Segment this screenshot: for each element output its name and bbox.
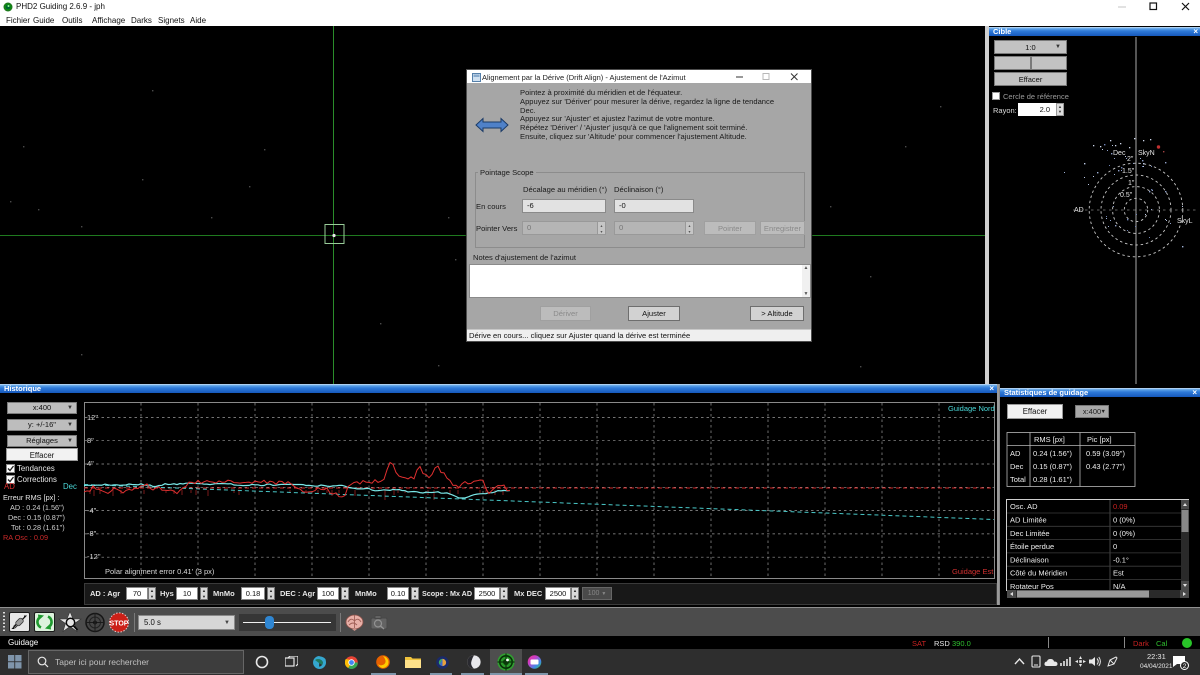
svg-text:STOP: STOP — [110, 621, 129, 628]
svg-text:0.24 (1.56"): 0.24 (1.56") — [1033, 449, 1072, 458]
svg-text:Côté du Méridien: Côté du Méridien — [1010, 569, 1067, 578]
svg-text:AD: AD — [1010, 449, 1021, 458]
svg-text:2": 2" — [1127, 156, 1134, 163]
svg-text:N/A: N/A — [1113, 582, 1126, 591]
svg-text:Dec: Dec — [1010, 462, 1024, 471]
svg-text:-0.1°: -0.1° — [1113, 555, 1129, 564]
svg-text:0.09: 0.09 — [1113, 502, 1128, 511]
svg-text:Guidage Nord: Guidage Nord — [948, 404, 995, 413]
svg-text:1.5": 1.5" — [1122, 168, 1135, 175]
svg-text:Dec Limitée: Dec Limitée — [1010, 529, 1050, 538]
svg-text:2: 2 — [1183, 663, 1187, 670]
svg-text:Pic [px]: Pic [px] — [1087, 435, 1112, 444]
svg-text:0 (0%): 0 (0%) — [1113, 529, 1136, 538]
svg-text:0.43 (2.77"): 0.43 (2.77") — [1086, 462, 1125, 471]
svg-text:12": 12" — [87, 413, 98, 422]
svg-text:Est: Est — [1113, 569, 1125, 578]
svg-text:4": 4" — [87, 459, 94, 468]
svg-text:1": 1" — [1128, 180, 1135, 187]
svg-text:0.5": 0.5" — [1120, 192, 1133, 199]
svg-text:SkyL: SkyL — [1177, 218, 1193, 225]
svg-text:-8": -8" — [87, 529, 97, 538]
svg-text:0.15 (0.87"): 0.15 (0.87") — [1033, 462, 1072, 471]
svg-text:Étoile perdue: Étoile perdue — [1010, 542, 1054, 551]
svg-text:AD: AD — [1074, 207, 1084, 214]
svg-text:0 (0%): 0 (0%) — [1113, 516, 1136, 525]
svg-text:Dec: Dec — [1113, 150, 1126, 157]
svg-text:AD Limitée: AD Limitée — [1010, 516, 1047, 525]
svg-text:-12": -12" — [87, 552, 101, 561]
svg-text:SkyN: SkyN — [1138, 150, 1155, 157]
svg-text:0.28 (1.61"): 0.28 (1.61") — [1033, 475, 1072, 484]
svg-text:Rotateur Pos: Rotateur Pos — [1010, 582, 1054, 591]
svg-text:-4": -4" — [87, 506, 97, 515]
svg-text:Déclinaison: Déclinaison — [1010, 555, 1049, 564]
svg-text:Osc. AD: Osc. AD — [1010, 502, 1038, 511]
svg-text:Guidage Est: Guidage Est — [952, 567, 994, 576]
svg-text:Total: Total — [1010, 475, 1026, 484]
svg-text:Polar alignment error 0.41' (3: Polar alignment error 0.41' (3 px) — [105, 567, 215, 576]
svg-text:RMS [px]: RMS [px] — [1034, 435, 1065, 444]
svg-text:0.59 (3.09"): 0.59 (3.09") — [1086, 449, 1125, 458]
svg-text:0: 0 — [1113, 542, 1117, 551]
svg-text:8": 8" — [87, 436, 94, 445]
